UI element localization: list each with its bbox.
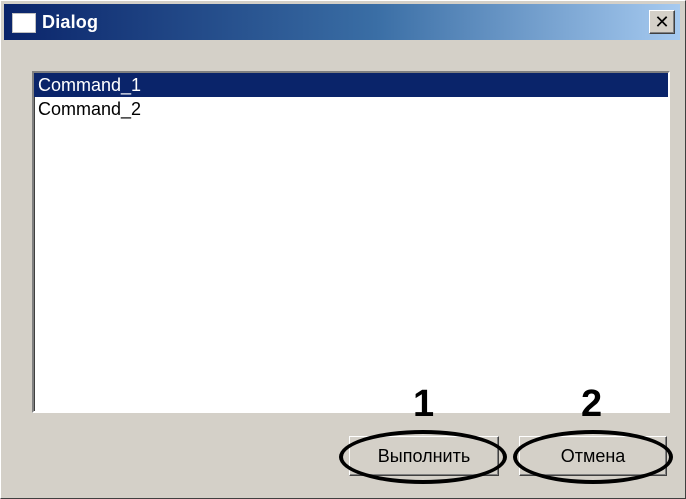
close-icon: ✕: [654, 12, 670, 32]
cancel-button[interactable]: Отмена: [519, 436, 667, 476]
close-button[interactable]: ✕: [649, 10, 675, 34]
list-item-command-1[interactable]: Command_1: [34, 73, 668, 97]
list-item-command-2[interactable]: Command_2: [34, 97, 668, 121]
run-button[interactable]: Выполнить: [349, 436, 499, 476]
window-title: Dialog: [42, 12, 99, 32]
run-button-label: Выполнить: [377, 445, 471, 466]
dialog-window: Dialog ✕ Command_1 Command_2 1 2 Выполни…: [0, 0, 686, 499]
annotation-marker-1: 1: [413, 383, 435, 425]
cancel-button-label: Отмена: [560, 445, 626, 466]
annotation-marker-2: 2: [581, 383, 603, 425]
command-list[interactable]: Command_1 Command_2: [32, 71, 670, 413]
window-icon: [12, 13, 36, 33]
list-item-label: Command_2: [38, 99, 142, 119]
title-bar[interactable]: Dialog ✕: [4, 4, 680, 40]
list-item-label: Command_1: [38, 75, 142, 95]
